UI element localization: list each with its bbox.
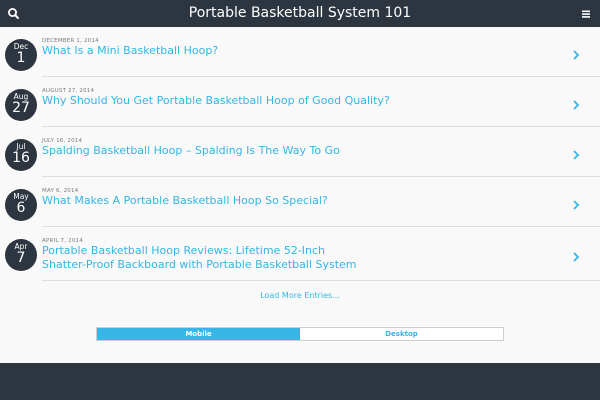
divider [42,280,600,281]
post-list: Dec 1 DECEMBER 1, 2014 What Is a Mini Ba… [0,27,600,363]
date-badge: Aug 27 [5,89,37,121]
post-item[interactable]: Dec 1 DECEMBER 1, 2014 What Is a Mini Ba… [0,27,600,77]
hamburger-menu-icon[interactable] [578,6,594,22]
post-item[interactable]: May 6 MAY 6, 2014 What Makes A Portable … [0,177,600,227]
date-badge: Dec 1 [5,39,37,71]
view-switcher: Mobile Desktop [96,327,504,341]
post-title-link[interactable]: What Makes A Portable Basketball Hoop So… [42,194,542,208]
date-day: 7 [16,250,26,266]
desktop-view-button[interactable]: Desktop [300,328,503,340]
post-title-link[interactable]: Why Should You Get Portable Basketball H… [42,94,542,108]
date-day: 27 [12,100,30,116]
chevron-right-icon[interactable] [571,47,581,61]
post-item[interactable]: Jul 16 JULY 16, 2014 Spalding Basketball… [0,127,600,177]
site-footer [0,363,600,400]
chevron-right-icon[interactable] [571,197,581,211]
chevron-right-icon[interactable] [571,249,581,263]
date-badge: May 6 [5,189,37,221]
date-day: 16 [12,150,30,166]
load-more-link[interactable]: Load More Entries... [200,291,400,300]
site-title[interactable]: Portable Basketball System 101 [100,0,500,27]
post-item[interactable]: Apr 7 APRIL 7, 2014 Portable Basketball … [0,227,600,281]
mobile-view-button[interactable]: Mobile [97,328,300,340]
chevron-right-icon[interactable] [571,97,581,111]
date-day: 6 [16,200,26,216]
post-item[interactable]: Aug 27 AUGUST 27, 2014 Why Should You Ge… [0,77,600,127]
date-badge: Jul 16 [5,139,37,171]
chevron-right-icon[interactable] [571,147,581,161]
post-title-link[interactable]: What Is a Mini Basketball Hoop? [42,44,542,58]
post-title-link[interactable]: Spalding Basketball Hoop – Spalding Is T… [42,144,542,158]
date-day: 1 [16,50,26,66]
post-title-link[interactable]: Portable Basketball Hoop Reviews: Lifeti… [42,244,372,272]
search-icon[interactable] [6,6,22,22]
site-header: Portable Basketball System 101 [0,0,600,27]
date-badge: Apr 7 [5,239,37,271]
